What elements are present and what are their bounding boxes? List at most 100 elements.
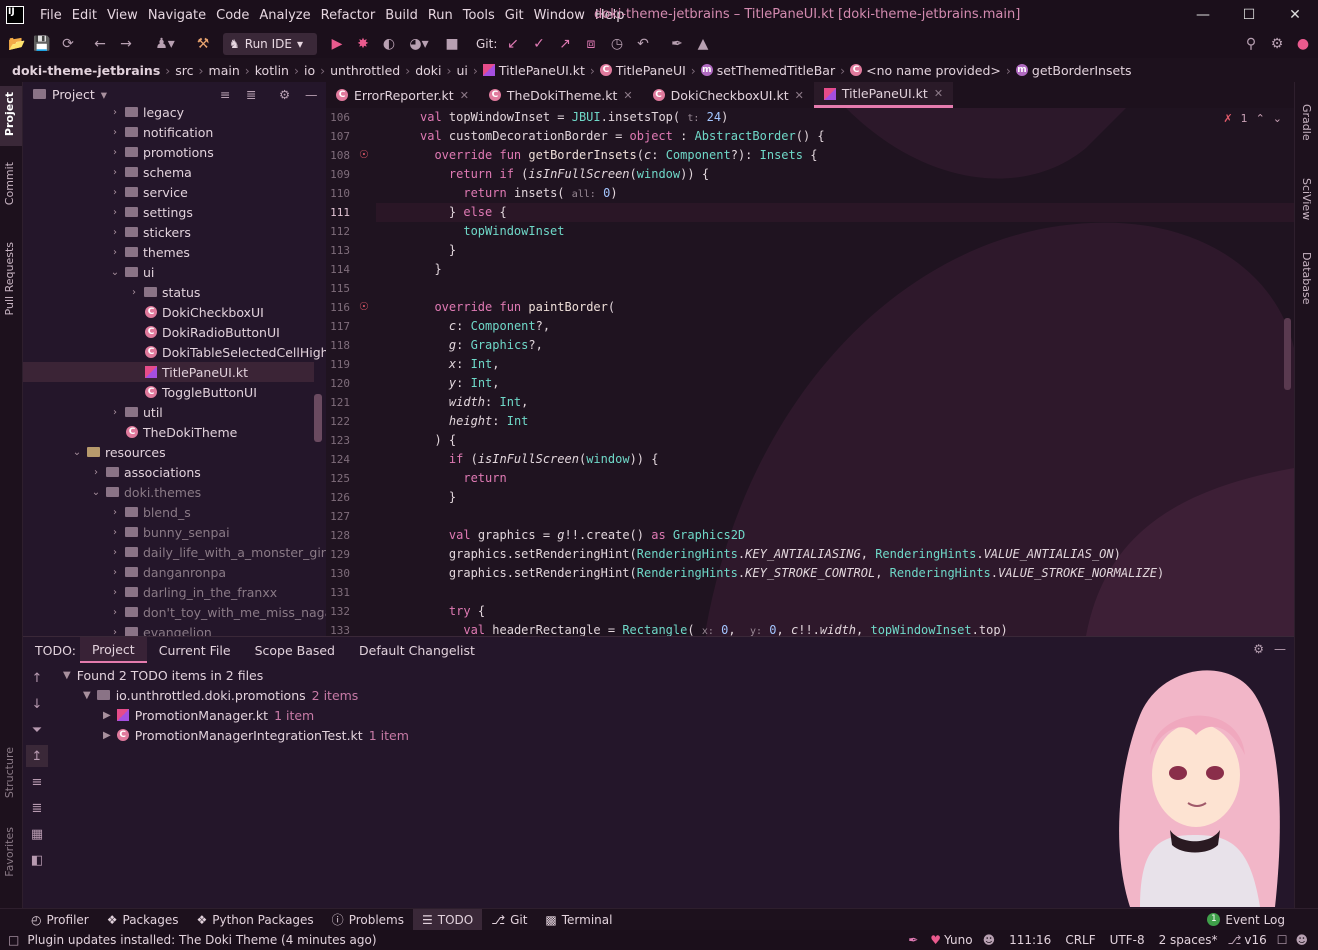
- todo-tab[interactable]: Default Changelist: [347, 637, 487, 663]
- commit-tool-label[interactable]: Commit: [3, 162, 16, 205]
- caret-position[interactable]: 111:16: [1009, 933, 1051, 947]
- editor-tab[interactable]: TitlePaneUI.kt ✕: [813, 82, 954, 108]
- git-commit-icon[interactable]: ✓: [528, 33, 550, 55]
- close-tab-icon[interactable]: ✕: [934, 87, 943, 100]
- menu-code[interactable]: Code: [211, 8, 254, 23]
- project-tree-item[interactable]: › legacy: [110, 106, 184, 122]
- todo-summary-row[interactable]: ▼ Found 2 TODO items in 2 files: [63, 665, 263, 685]
- override-marker-icon[interactable]: ☉: [359, 148, 369, 161]
- todo-file-row[interactable]: ▶ PromotionManager.kt 1 item: [103, 705, 314, 725]
- project-tree-item[interactable]: › daily_life_with_a_monster_girl: [110, 542, 326, 562]
- menu-view[interactable]: View: [102, 8, 143, 23]
- project-tree-item[interactable]: C ToggleButtonUI: [140, 382, 257, 402]
- project-tree-item[interactable]: ⌄ ui: [110, 262, 155, 282]
- forward-icon[interactable]: →: [115, 33, 137, 55]
- favorites-tool-label[interactable]: Favorites: [3, 827, 16, 877]
- save-icon[interactable]: 💾: [31, 33, 53, 55]
- indent-setting[interactable]: 2 spaces*: [1159, 933, 1218, 947]
- git-update-icon[interactable]: ↙: [502, 33, 524, 55]
- menu-analyze[interactable]: Analyze: [254, 8, 315, 23]
- doki-logo-icon[interactable]: ●: [1292, 33, 1314, 55]
- menu-build[interactable]: Build: [380, 8, 423, 23]
- project-tree-item[interactable]: ⌄ doki.themes: [91, 482, 201, 502]
- project-tree-item[interactable]: › util: [110, 402, 163, 422]
- close-tab-icon[interactable]: ✕: [623, 89, 632, 102]
- line-separator[interactable]: CRLF: [1065, 933, 1095, 947]
- breadcrumb-item[interactable]: ui: [457, 63, 468, 78]
- project-tree-item[interactable]: › don't_toy_with_me_miss_nagat: [110, 602, 326, 622]
- git-merge-icon[interactable]: ⧈: [580, 33, 602, 55]
- project-tree-item[interactable]: › stickers: [110, 222, 191, 242]
- run-config-select[interactable]: ♞ Run IDE ▾: [223, 33, 317, 55]
- lock-icon[interactable]: ☐: [1277, 933, 1288, 947]
- chevron-down-icon[interactable]: ▾: [101, 87, 107, 102]
- bottom-tool-todo[interactable]: ☰ TODO: [413, 908, 483, 931]
- breadcrumb-item[interactable]: m setThemedTitleBar: [700, 63, 835, 78]
- gradle-tool-label[interactable]: Gradle: [1300, 104, 1313, 141]
- sciview-tool-label[interactable]: SciView: [1300, 178, 1313, 220]
- database-tool-label[interactable]: Database: [1300, 252, 1313, 305]
- project-tree-item[interactable]: › schema: [110, 162, 192, 182]
- breadcrumb-item[interactable]: main: [209, 63, 240, 78]
- expand-all-icon[interactable]: ≡: [220, 87, 230, 102]
- open-folder-icon[interactable]: 📂: [6, 33, 28, 55]
- back-icon[interactable]: ←: [89, 33, 111, 55]
- project-tree-item[interactable]: › settings: [110, 202, 193, 222]
- build-hammer-icon[interactable]: ⚒: [192, 33, 214, 55]
- structure-tool-label[interactable]: Structure: [3, 747, 16, 798]
- menu-tools[interactable]: Tools: [458, 8, 500, 23]
- breadcrumb-item[interactable]: C <no name provided>: [850, 63, 1001, 78]
- collapse-all-icon[interactable]: ≣: [246, 87, 256, 102]
- editor-tab[interactable]: C ErrorReporter.kt ✕: [326, 82, 479, 108]
- close-tab-icon[interactable]: ✕: [460, 89, 469, 102]
- project-tree-item[interactable]: › themes: [110, 242, 190, 262]
- stop-icon[interactable]: ■: [441, 33, 463, 55]
- project-tree-item[interactable]: C TheDokiTheme: [121, 422, 237, 442]
- editor-inspection-widget[interactable]: ✗ 1 ⌃ ⌄: [1223, 112, 1282, 125]
- autoscroll-icon[interactable]: ↥: [26, 745, 48, 767]
- expand-all-icon[interactable]: ≡: [26, 771, 48, 793]
- breadcrumb-item[interactable]: unthrottled: [330, 63, 400, 78]
- menu-navigate[interactable]: Navigate: [143, 8, 211, 23]
- project-tree-item[interactable]: ⌄ resources: [72, 442, 166, 462]
- doki-theme-icon[interactable]: ✒: [908, 933, 918, 947]
- todo-tab[interactable]: Current File: [147, 637, 243, 663]
- breadcrumb-item[interactable]: m getBorderInsets: [1015, 63, 1132, 78]
- project-tree-item[interactable]: › status: [129, 282, 200, 302]
- menu-edit[interactable]: Edit: [67, 8, 102, 23]
- code-editor[interactable]: 106 107 108 109 110 111 112 113 114 115 116 117 118 1…: [326, 108, 1294, 636]
- notifications-icon[interactable]: ☻: [1295, 933, 1308, 947]
- event-log-button[interactable]: 1 Event Log: [1198, 909, 1294, 931]
- todo-tab[interactable]: Scope Based: [243, 637, 347, 663]
- breadcrumb-item[interactable]: io: [304, 63, 315, 78]
- minimize-icon[interactable]: —: [1180, 0, 1226, 30]
- profile-icon[interactable]: ◕▾: [404, 33, 434, 55]
- breadcrumb-item[interactable]: C TitlePaneUI: [599, 63, 686, 78]
- chevron-down-icon[interactable]: ⌄: [1273, 112, 1282, 125]
- gear-icon[interactable]: ⚙: [279, 87, 290, 102]
- sync-icon[interactable]: ⟳: [57, 33, 79, 55]
- pull-requests-tool-label[interactable]: Pull Requests: [3, 242, 16, 315]
- breadcrumb-item[interactable]: doki: [415, 63, 441, 78]
- bottom-tool-profiler[interactable]: ◴ Profiler: [22, 909, 98, 931]
- menu-run[interactable]: Run: [423, 8, 458, 23]
- avatar-icon[interactable]: ☻: [983, 933, 996, 947]
- project-tree-item[interactable]: C DokiCheckboxUI: [140, 302, 264, 322]
- git-push-icon[interactable]: ↗: [554, 33, 576, 55]
- settings-gear-icon[interactable]: ⚙: [1266, 33, 1288, 55]
- project-tree-item[interactable]: › service: [110, 182, 188, 202]
- group-by-icon[interactable]: ▦: [26, 823, 48, 845]
- status-toggle-icon[interactable]: □: [8, 933, 19, 947]
- chevron-up-icon[interactable]: ⌃: [1256, 112, 1265, 125]
- hide-panel-icon[interactable]: —: [305, 87, 318, 102]
- ant-icon[interactable]: ▲: [692, 33, 714, 55]
- project-tree-item[interactable]: › associations: [91, 462, 201, 482]
- collapse-all-icon[interactable]: ≣: [26, 797, 48, 819]
- project-tree-item[interactable]: › danganronpa: [110, 562, 226, 582]
- project-tree-item[interactable]: › bunny_senpai: [110, 522, 230, 542]
- bottom-tool-git[interactable]: ⎇ Git: [482, 909, 536, 931]
- theme-name[interactable]: Yuno: [944, 933, 973, 947]
- history-icon[interactable]: ◷: [606, 33, 628, 55]
- project-panel-title[interactable]: Project: [52, 87, 95, 102]
- bottom-tool-packages[interactable]: ❖ Packages: [98, 909, 188, 931]
